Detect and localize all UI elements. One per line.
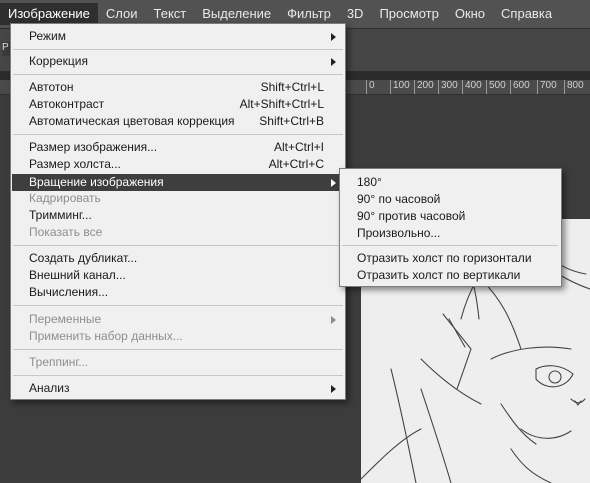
- chevron-right-icon: [331, 33, 336, 41]
- menu-item-duplicate[interactable]: Создать дубликат...: [12, 250, 344, 267]
- menu-item-auto-tone[interactable]: Автотон Shift+Ctrl+L: [12, 79, 344, 96]
- menu-item-shortcut: Alt+Shift+Ctrl+L: [239, 97, 324, 111]
- ruler-tick: 200: [414, 80, 434, 94]
- ruler-tick: 700: [537, 80, 557, 94]
- submenu-item-rotate-90-ccw[interactable]: 90° против часовой: [341, 208, 560, 225]
- submenu-item-rotate-180[interactable]: 180°: [341, 174, 560, 191]
- menu-window[interactable]: Окно: [447, 3, 493, 25]
- menu-item-analysis[interactable]: Анализ: [12, 380, 344, 397]
- ruler-tick: 500: [486, 80, 506, 94]
- image-menu-dropdown: Режим Коррекция Автотон Shift+Ctrl+L Авт…: [10, 23, 346, 400]
- menu-item-label: Автотон: [29, 80, 74, 94]
- menu-item-auto-contrast[interactable]: Автоконтраст Alt+Shift+Ctrl+L: [12, 96, 344, 113]
- menu-item-crop[interactable]: Кадрировать: [12, 190, 344, 207]
- menu-item-label: 180°: [357, 175, 382, 189]
- menu-item-label: Режим: [29, 29, 66, 43]
- menu-view[interactable]: Просмотр: [371, 3, 446, 25]
- menu-divider: [13, 245, 343, 246]
- menu-item-label: Показать все: [29, 225, 103, 239]
- menu-3d[interactable]: 3D: [339, 3, 372, 25]
- image-rotation-submenu: 180° 90° по часовой 90° против часовой П…: [339, 168, 562, 287]
- menu-item-label: Размер холста...: [29, 157, 121, 171]
- menu-item-shortcut: Shift+Ctrl+L: [260, 80, 324, 94]
- menu-item-trap[interactable]: Треппинг...: [12, 354, 344, 371]
- submenu-item-rotate-90-cw[interactable]: 90° по часовой: [341, 191, 560, 208]
- menu-divider: [13, 375, 343, 376]
- menu-item-label: Анализ: [29, 381, 70, 395]
- menu-item-label: Автоматическая цветовая коррекция: [29, 114, 235, 128]
- menu-item-label: Переменные: [29, 312, 102, 326]
- menu-item-label: Автоконтраст: [29, 97, 105, 111]
- menu-item-mode[interactable]: Режим: [12, 28, 344, 45]
- menu-item-variables[interactable]: Переменные: [12, 311, 344, 328]
- menu-item-label: Применить набор данных...: [29, 329, 183, 343]
- menu-item-label: Внешний канал...: [29, 268, 126, 282]
- submenu-item-flip-horizontal[interactable]: Отразить холст по горизонтали: [341, 250, 560, 267]
- menu-item-label: Треппинг...: [29, 355, 89, 369]
- menu-item-auto-color[interactable]: Автоматическая цветовая коррекция Shift+…: [12, 113, 344, 130]
- menu-item-label: Произвольно...: [357, 226, 441, 240]
- menu-filter[interactable]: Фильтр: [279, 3, 339, 25]
- menu-item-label: Размер изображения...: [29, 140, 158, 154]
- menu-item-apply-data-set[interactable]: Применить набор данных...: [12, 328, 344, 345]
- menu-layers[interactable]: Слои: [98, 3, 146, 25]
- chevron-right-icon: [331, 385, 336, 393]
- ruler-tick: 400: [462, 80, 482, 94]
- menu-item-label: Вращение изображения: [29, 175, 164, 189]
- menu-item-label: 90° против часовой: [357, 209, 466, 223]
- menu-item-image-size[interactable]: Размер изображения... Alt+Ctrl+I: [12, 139, 344, 156]
- ruler-tick: 800: [564, 80, 584, 94]
- menu-item-label: Отразить холст по вертикали: [357, 268, 521, 282]
- menu-item-label: Вычисления...: [29, 285, 109, 299]
- menu-item-image-rotation[interactable]: Вращение изображения: [12, 174, 344, 191]
- menu-item-label: Коррекция: [29, 54, 89, 68]
- menu-select[interactable]: Выделение: [194, 3, 279, 25]
- menu-item-shortcut: Alt+Ctrl+I: [273, 140, 324, 154]
- menu-divider: [13, 49, 343, 50]
- menu-divider: [13, 305, 343, 306]
- menu-item-reveal-all[interactable]: Показать все: [12, 224, 344, 241]
- menu-item-shortcut: Alt+Ctrl+C: [268, 157, 324, 171]
- menu-item-shortcut: Shift+Ctrl+B: [259, 114, 324, 128]
- menu-item-label: Создать дубликат...: [29, 251, 138, 265]
- chevron-right-icon: [331, 58, 336, 66]
- menu-item-label: 90° по часовой: [357, 192, 441, 206]
- menu-item-trim[interactable]: Тримминг...: [12, 207, 344, 224]
- chevron-right-icon: [331, 316, 336, 324]
- menu-divider: [13, 74, 343, 75]
- menu-item-label: Тримминг...: [29, 208, 92, 222]
- menu-image[interactable]: Изображение: [0, 3, 98, 25]
- menu-item-label: Кадрировать: [29, 191, 101, 205]
- menu-item-label: Отразить холст по горизонтали: [357, 251, 532, 265]
- menu-divider: [13, 134, 343, 135]
- ruler-tick: 100: [390, 80, 410, 94]
- menu-item-apply-image[interactable]: Внешний канал...: [12, 267, 344, 284]
- menu-type[interactable]: Текст: [146, 3, 195, 25]
- menu-divider: [342, 245, 558, 246]
- menu-item-calculations[interactable]: Вычисления...: [12, 284, 344, 301]
- chevron-right-icon: [331, 179, 336, 187]
- menu-item-canvas-size[interactable]: Размер холста... Alt+Ctrl+C: [12, 156, 344, 173]
- menu-help[interactable]: Справка: [493, 3, 560, 25]
- menu-item-adjustments[interactable]: Коррекция: [12, 53, 344, 70]
- menu-divider: [13, 349, 343, 350]
- submenu-item-arbitrary[interactable]: Произвольно...: [341, 225, 560, 242]
- ruler-tick: 600: [510, 80, 530, 94]
- ruler-tick: 300: [438, 80, 458, 94]
- submenu-item-flip-vertical[interactable]: Отразить холст по вертикали: [341, 267, 560, 284]
- ruler-tick: 0: [366, 80, 375, 94]
